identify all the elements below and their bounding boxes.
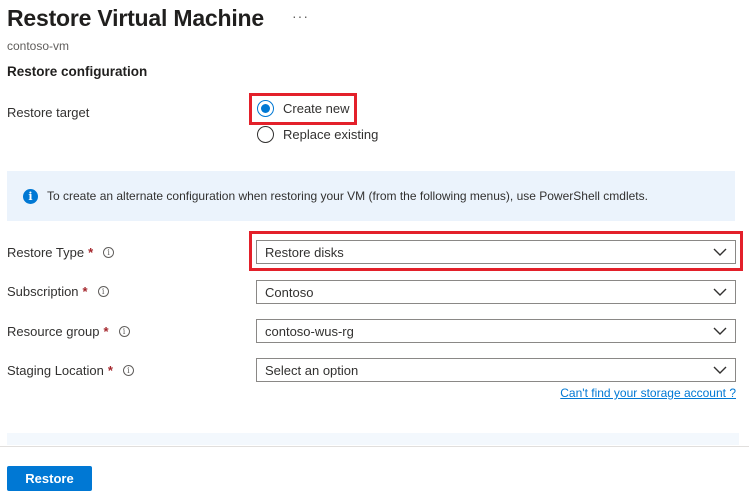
restore-button[interactable]: Restore [7, 466, 92, 491]
subscription-dropdown[interactable]: Contoso [256, 280, 736, 304]
footer-divider [0, 446, 749, 447]
info-tooltip-icon[interactable]: i [97, 286, 109, 297]
restore-type-value: Restore disks [265, 244, 344, 260]
radio-replace-existing-circle[interactable] [257, 126, 274, 143]
resource-group-value: contoso-wus-rg [265, 323, 354, 339]
more-options-button[interactable]: ··· [292, 8, 309, 24]
required-marker: * [107, 363, 113, 378]
chevron-down-icon [713, 248, 727, 256]
required-marker: * [103, 324, 109, 339]
section-title: Restore configuration [7, 64, 148, 79]
restore-type-dropdown[interactable]: Restore disks [256, 240, 736, 264]
resource-group-label-text: Resource group [7, 324, 100, 339]
info-icon: i [23, 188, 38, 204]
chevron-down-icon [713, 366, 727, 374]
radio-create-new-circle[interactable] [257, 100, 274, 117]
required-marker: * [82, 284, 88, 299]
page-title: Restore Virtual Machine [7, 5, 265, 31]
required-marker: * [88, 245, 94, 260]
storage-account-link[interactable]: Can't find your storage account ? [560, 386, 736, 400]
subscription-value: Contoso [265, 284, 314, 300]
staging-location-value: Select an option [265, 362, 359, 378]
subscription-label-text: Subscription [7, 284, 79, 299]
info-tooltip-icon[interactable]: i [118, 326, 130, 337]
radio-create-new-label: Create new [283, 101, 350, 116]
radio-replace-existing-label: Replace existing [283, 127, 379, 142]
staging-location-dropdown[interactable]: Select an option [256, 358, 736, 382]
info-strip [7, 433, 739, 445]
radio-replace-existing[interactable]: Replace existing [257, 126, 378, 143]
resource-group-dropdown[interactable]: contoso-wus-rg [256, 319, 736, 343]
chevron-down-icon [713, 327, 727, 335]
info-tooltip-icon[interactable]: i [122, 365, 134, 376]
chevron-down-icon [713, 288, 727, 296]
staging-location-label-text: Staging Location [7, 363, 104, 378]
staging-location-label: Staging Location * i [7, 363, 134, 378]
restore-type-label-text: Restore Type [7, 245, 85, 260]
info-tooltip-icon[interactable]: i [103, 247, 115, 258]
restore-type-label: Restore Type * i [7, 245, 115, 260]
resource-name: contoso-vm [7, 39, 70, 53]
radio-create-new[interactable]: Create new [257, 100, 349, 117]
info-banner-text: To create an alternate configuration whe… [47, 189, 648, 203]
subscription-label: Subscription * i [7, 284, 109, 299]
resource-group-label: Resource group * i [7, 324, 130, 339]
restore-target-label: Restore target [7, 105, 90, 120]
info-banner: i To create an alternate configuration w… [7, 171, 735, 221]
